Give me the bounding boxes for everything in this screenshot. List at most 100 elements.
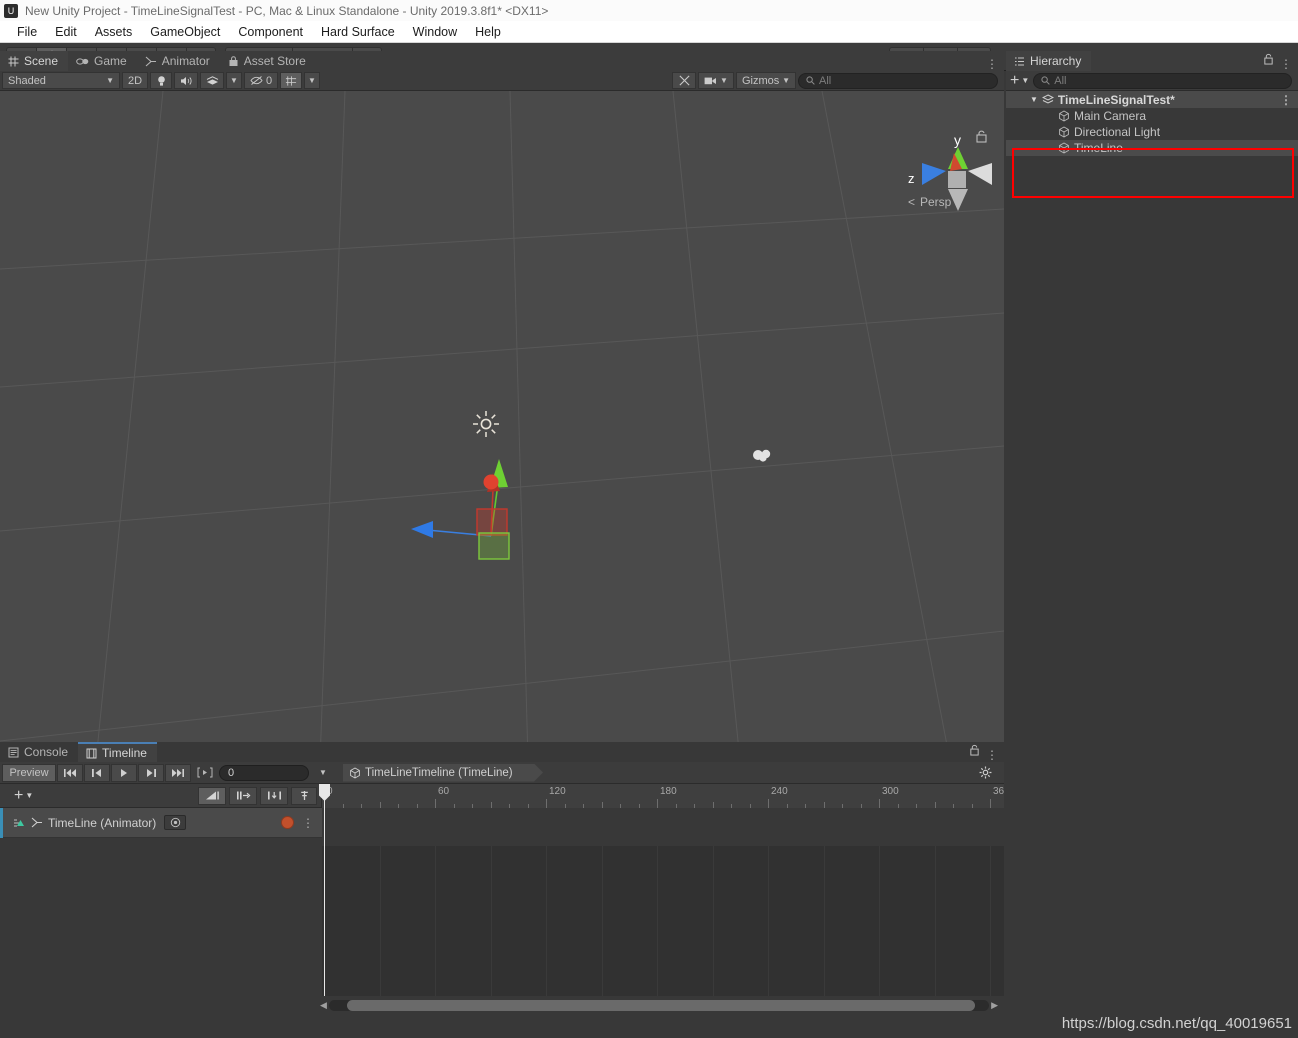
- chevron-down-icon: ▼: [230, 76, 238, 85]
- menu-component[interactable]: Component: [229, 23, 312, 41]
- scene-search-input[interactable]: All: [798, 72, 998, 89]
- timeline-clip-area[interactable]: [322, 846, 1004, 996]
- draw-mode-dropdown[interactable]: Shaded ▼: [2, 72, 120, 89]
- hierarchy-item-timeline[interactable]: TimeLine: [1006, 140, 1298, 156]
- track-record-button[interactable]: [281, 816, 294, 829]
- menu-hard-surface[interactable]: Hard Surface: [312, 23, 404, 41]
- speaker-icon: [180, 76, 192, 85]
- hierarchy-lock-icon[interactable]: [1263, 53, 1274, 68]
- clip-edit-mode-mix-button[interactable]: [198, 786, 226, 805]
- scene-fx-dropdown[interactable]: ▼: [226, 72, 242, 89]
- timeline-lock-icon[interactable]: [969, 744, 980, 759]
- menu-assets[interactable]: Assets: [86, 23, 142, 41]
- hierarchy-search-input[interactable]: All: [1033, 72, 1292, 89]
- two-d-toggle[interactable]: 2D: [122, 72, 148, 89]
- previous-frame-button[interactable]: [84, 763, 110, 782]
- timeline-menu-icon[interactable]: ⋮: [986, 749, 998, 761]
- timeline-playhead[interactable]: [324, 786, 325, 996]
- scene-row-menu-icon[interactable]: ⋮: [1280, 94, 1292, 106]
- tab-console[interactable]: Console: [0, 742, 78, 762]
- menu-edit[interactable]: Edit: [46, 23, 86, 41]
- scene-orientation-gizmo[interactable]: y z Persp <: [900, 129, 1000, 236]
- scene-fx-toggle[interactable]: [200, 72, 224, 89]
- scene-grid-icon: [8, 56, 19, 66]
- track-object-field[interactable]: [164, 815, 187, 830]
- menu-gameobject[interactable]: GameObject: [141, 23, 229, 41]
- tab-animator[interactable]: Animator: [137, 51, 220, 71]
- hierarchy-scene-row[interactable]: ▼ TimeLineSignalTest* ⋮: [1006, 91, 1298, 108]
- scene-tools-icon: [678, 75, 690, 86]
- scroll-left-arrow-icon[interactable]: ◀: [318, 1000, 329, 1011]
- tab-timeline[interactable]: Timeline: [78, 742, 157, 762]
- gizmos-button[interactable]: Gizmos ▼: [736, 72, 796, 89]
- ruler-minor-tick: [453, 804, 455, 808]
- hierarchy-menu-icon[interactable]: ⋮: [1280, 58, 1292, 70]
- clip-area-gridline: [768, 846, 769, 996]
- scene-tools-button[interactable]: [672, 72, 696, 89]
- tab-hierarchy[interactable]: Hierarchy: [1006, 51, 1092, 71]
- frame-input[interactable]: 0: [219, 764, 309, 781]
- timeline-horizontal-scrollbar[interactable]: ◀ ▶: [318, 999, 1000, 1012]
- tab-asset-store[interactable]: Asset Store: [220, 51, 316, 71]
- ruler-minor-tick: [953, 804, 954, 808]
- ruler-minor-tick: [361, 804, 362, 808]
- hierarchy-add-button[interactable]: + ▼: [1010, 72, 1029, 88]
- clip-edit-mode-replace-button[interactable]: [260, 786, 288, 805]
- play-range-button[interactable]: [192, 763, 218, 782]
- timeline-track-list-empty: [0, 846, 322, 996]
- track-menu-icon[interactable]: ⋮: [302, 817, 314, 829]
- svg-text:y: y: [954, 132, 961, 148]
- perspective-label[interactable]: Persp: [920, 195, 951, 209]
- scene-grid-dropdown[interactable]: ▼: [304, 72, 320, 89]
- go-to-end-button[interactable]: [165, 763, 191, 782]
- tab-game[interactable]: Game: [68, 51, 137, 71]
- lock-open-icon[interactable]: [975, 129, 989, 144]
- replace-mode-icon: [267, 791, 281, 800]
- timeline-breadcrumb[interactable]: TimeLineTimeline (TimeLine): [343, 764, 543, 782]
- timeline-ruler[interactable]: 060120180240300360420480540: [322, 784, 1004, 808]
- next-frame-button[interactable]: [138, 763, 164, 782]
- hierarchy-scene-name: TimeLineSignalTest*: [1057, 92, 1175, 107]
- scene-audio-toggle[interactable]: [174, 72, 198, 89]
- transform-move-gizmo[interactable]: [405, 441, 525, 561]
- go-to-start-button[interactable]: [57, 763, 83, 782]
- ruler-minor-tick: [472, 804, 473, 808]
- hierarchy-item-label: Main Camera: [1074, 109, 1147, 123]
- preview-button[interactable]: Preview: [2, 763, 56, 782]
- scrollbar-track[interactable]: [328, 1000, 990, 1011]
- add-track-button[interactable]: + ▼: [14, 787, 33, 803]
- scroll-right-arrow-icon[interactable]: ▶: [989, 1000, 1000, 1011]
- scrollbar-thumb[interactable]: [346, 1000, 976, 1011]
- ruler-minor-tick: [805, 804, 806, 808]
- menu-help[interactable]: Help: [466, 23, 510, 41]
- timeline-settings-button[interactable]: [972, 763, 998, 782]
- preview-label: Preview: [9, 766, 49, 779]
- scene-menu-icon[interactable]: ⋮: [986, 58, 998, 70]
- timeline-tab-row: Console Timeline ⋮: [0, 742, 1004, 762]
- timeline-icon: [86, 748, 97, 758]
- hierarchy-item-main-camera[interactable]: Main Camera: [1006, 108, 1298, 124]
- track-mute-icon[interactable]: [13, 817, 25, 829]
- markers-pin-button[interactable]: [291, 786, 317, 805]
- menu-window[interactable]: Window: [404, 23, 466, 41]
- scene-viewport[interactable]: y z Persp < Tools No custom tools availa…: [0, 91, 1004, 761]
- title-bar: U New Unity Project - TimeLineSignalTest…: [0, 0, 1298, 21]
- scene-grid-toggle[interactable]: [280, 72, 302, 89]
- gameobject-icon: [349, 767, 361, 779]
- frame-dropdown-button[interactable]: ▼: [310, 763, 336, 782]
- play-button[interactable]: [111, 763, 137, 782]
- menu-file[interactable]: File: [8, 23, 46, 41]
- clip-edit-mode-ripple-button[interactable]: [229, 786, 257, 805]
- expand-arrow-icon[interactable]: ▼: [1030, 95, 1038, 104]
- ruler-tick-label: 120: [549, 786, 566, 797]
- hierarchy-item-directional-light[interactable]: Directional Light: [1006, 124, 1298, 140]
- timeline-track-row[interactable]: TimeLine (Animator) ⋮: [0, 807, 322, 838]
- gameobject-icon: [1059, 126, 1069, 138]
- effects-icon: [206, 75, 218, 85]
- clip-area-gridline: [657, 846, 658, 996]
- hidden-objects-toggle[interactable]: 0: [244, 72, 278, 89]
- tab-animator-label: Animator: [161, 54, 210, 68]
- tab-scene[interactable]: Scene: [0, 51, 69, 71]
- scene-lighting-toggle[interactable]: [150, 72, 172, 89]
- scene-camera-button[interactable]: ▼: [698, 72, 734, 89]
